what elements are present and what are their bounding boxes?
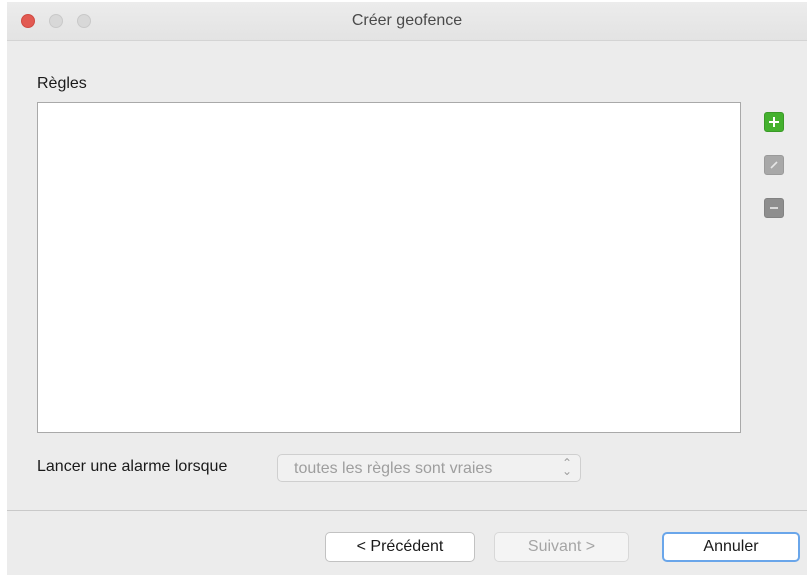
rules-list[interactable] [37, 102, 741, 433]
minus-icon [770, 207, 778, 209]
rules-label: Règles [37, 75, 87, 92]
chevron-updown-icon: ⌃ ⌄ [561, 456, 572, 478]
dialog-window: Créer geofence Règles Lancer une alarme … [7, 2, 807, 575]
next-button[interactable]: Suivant > [494, 532, 629, 562]
edit-icon [770, 161, 778, 169]
add-rule-button[interactable] [764, 112, 784, 132]
cancel-button[interactable]: Annuler [662, 532, 800, 562]
plus-icon [769, 117, 779, 127]
alarm-condition-value: toutes les règles sont vraies [294, 460, 493, 477]
title-bar: Créer geofence [7, 2, 807, 41]
edit-rule-button[interactable] [764, 155, 784, 175]
remove-rule-button[interactable] [764, 198, 784, 218]
alarm-condition-label: Lancer une alarme lorsque [37, 458, 228, 475]
alarm-condition-select[interactable]: toutes les règles sont vraies ⌃ ⌄ [277, 454, 581, 482]
previous-button[interactable]: < Précédent [325, 532, 475, 562]
window-title: Créer geofence [351, 12, 463, 29]
footer-divider [7, 510, 807, 511]
